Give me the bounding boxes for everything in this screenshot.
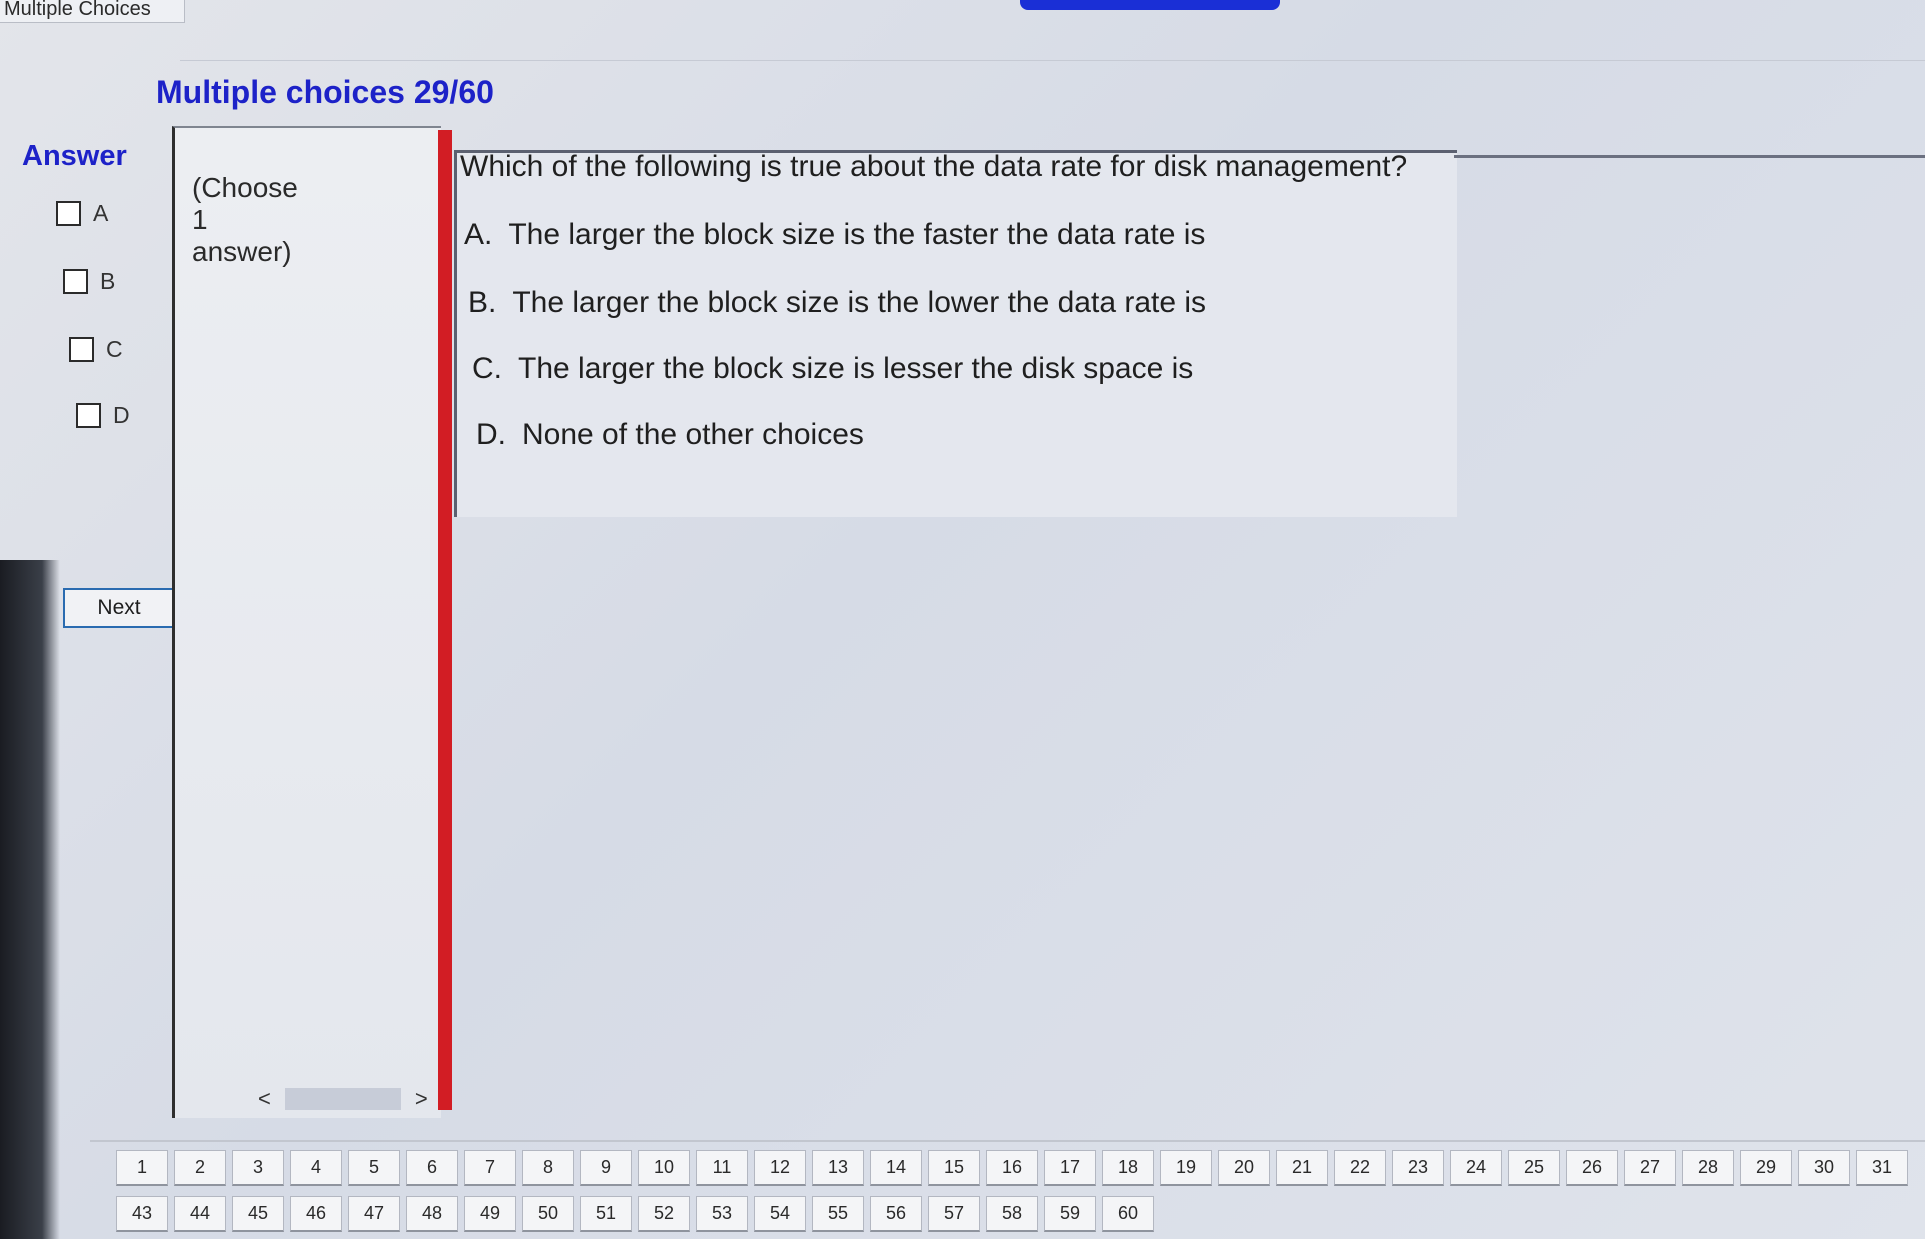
panel-splitter[interactable] [438,130,452,1110]
question-nav-button[interactable]: 43 [116,1196,168,1232]
question-nav-button[interactable]: 53 [696,1196,748,1232]
page-title: Multiple choices 29/60 [156,74,494,110]
answer-option-b[interactable]: B [63,268,115,295]
choice-c: C. The larger the block size is lesser t… [472,352,1193,386]
question-nav-button[interactable]: 7 [464,1150,516,1186]
question-nav-button[interactable]: 60 [1102,1196,1154,1232]
question-nav-button[interactable]: 46 [290,1196,342,1232]
question-nav-button[interactable]: 16 [986,1150,1038,1186]
choose-line-2: 1 [192,204,208,235]
question-nav-button[interactable]: 14 [870,1150,922,1186]
choose-line-3: answer) [192,236,292,267]
option-label-b: B [100,268,116,294]
choice-a: A. The larger the block size is the fast… [464,218,1205,252]
question-nav-button[interactable]: 24 [1450,1150,1502,1186]
question-nav-button[interactable]: 44 [174,1196,226,1232]
answer-option-d[interactable]: D [76,402,130,429]
question-text: Which of the following is true about the… [460,150,1408,183]
question-panel [454,150,1457,517]
question-nav-button[interactable]: 4 [290,1150,342,1186]
question-nav-button[interactable]: 49 [464,1196,516,1232]
question-nav-button[interactable]: 13 [812,1150,864,1186]
choose-instruction: (Choose 1 answer) [192,172,298,268]
choice-b: B. The larger the block size is the lowe… [468,286,1206,320]
answer-label: Answer [22,140,127,172]
question-nav-button[interactable]: 17 [1044,1150,1096,1186]
question-nav-row-1: 1 2 3 4 5 6 7 8 9 10 11 12 13 14 15 16 17 18 19 20 21 22 23 24 2… [116,1150,1908,1186]
question-nav-button[interactable]: 3 [232,1150,284,1186]
nav-divider [90,1140,1925,1142]
option-label-d: D [113,402,130,428]
choice-text-c: The larger the block size is lesser the … [518,352,1194,385]
question-nav-button[interactable]: 31 [1856,1150,1908,1186]
scroll-right-icon[interactable]: > [415,1086,428,1112]
checkbox-b[interactable] [63,269,88,294]
question-nav-button[interactable]: 6 [406,1150,458,1186]
scroll-left-icon[interactable]: < [258,1086,271,1112]
choice-text-d: None of the other choices [522,418,864,451]
answer-option-a[interactable]: A [56,200,108,227]
question-nav-button[interactable]: 28 [1682,1150,1734,1186]
question-nav-button[interactable]: 9 [580,1150,632,1186]
question-nav-button[interactable]: 12 [754,1150,806,1186]
question-nav-button[interactable]: 50 [522,1196,574,1232]
question-nav-button[interactable]: 15 [928,1150,980,1186]
question-nav-button[interactable]: 11 [696,1150,748,1186]
question-panel-border [1454,155,1925,158]
question-nav-button[interactable]: 25 [1508,1150,1560,1186]
checkbox-d[interactable] [76,403,101,428]
monitor-bezel [0,560,60,1239]
question-nav-button[interactable]: 18 [1102,1150,1154,1186]
question-nav-button[interactable]: 45 [232,1196,284,1232]
choice-text-a: The larger the block size is the faster … [508,218,1206,251]
question-nav-button[interactable]: 55 [812,1196,864,1232]
window-tab[interactable]: Multiple Choices [0,0,185,23]
option-label-c: C [106,336,123,362]
choice-letter-b: B. [468,286,497,319]
question-nav-button[interactable]: 51 [580,1196,632,1232]
question-nav-button[interactable]: 59 [1044,1196,1096,1232]
question-nav-button[interactable]: 29 [1740,1150,1792,1186]
question-nav-button[interactable]: 47 [348,1196,400,1232]
question-nav-button[interactable]: 19 [1160,1150,1212,1186]
choice-letter-d: D. [476,418,506,451]
question-nav-button[interactable]: 10 [638,1150,690,1186]
brand-logo-fragment [1020,0,1280,10]
question-nav-button[interactable]: 22 [1334,1150,1386,1186]
question-nav-button[interactable]: 30 [1798,1150,1850,1186]
checkbox-c[interactable] [69,337,94,362]
answer-option-c[interactable]: C [69,336,123,363]
instruction-panel [172,126,441,1118]
question-nav-button[interactable]: 20 [1218,1150,1270,1186]
question-nav-button[interactable]: 5 [348,1150,400,1186]
scroll-thumb[interactable] [284,1088,401,1110]
question-nav-button[interactable]: 56 [870,1196,922,1232]
question-nav-button[interactable]: 1 [116,1150,168,1186]
choice-letter-a: A. [464,218,493,251]
question-nav-button[interactable]: 2 [174,1150,226,1186]
question-nav-button[interactable]: 54 [754,1196,806,1232]
question-nav-button[interactable]: 8 [522,1150,574,1186]
question-nav-button[interactable]: 48 [406,1196,458,1232]
next-button[interactable]: Next [63,588,175,628]
question-nav-row-2: 43 44 45 46 47 48 49 50 51 52 53 54 55 56 57 58 59 60 [116,1196,1154,1232]
question-nav-button[interactable]: 23 [1392,1150,1444,1186]
question-nav-button[interactable]: 52 [638,1196,690,1232]
question-nav-button[interactable]: 26 [1566,1150,1618,1186]
choose-line-1: (Choose [192,172,298,203]
question-nav-button[interactable]: 58 [986,1196,1038,1232]
choice-text-b: The larger the block size is the lower t… [512,286,1207,319]
header-divider [180,60,1925,61]
question-nav-button[interactable]: 21 [1276,1150,1328,1186]
question-nav-button[interactable]: 27 [1624,1150,1676,1186]
choice-d: D. None of the other choices [476,418,864,452]
choice-letter-c: C. [472,352,502,385]
question-nav-button[interactable]: 57 [928,1196,980,1232]
option-label-a: A [93,200,109,226]
checkbox-a[interactable] [56,201,81,226]
